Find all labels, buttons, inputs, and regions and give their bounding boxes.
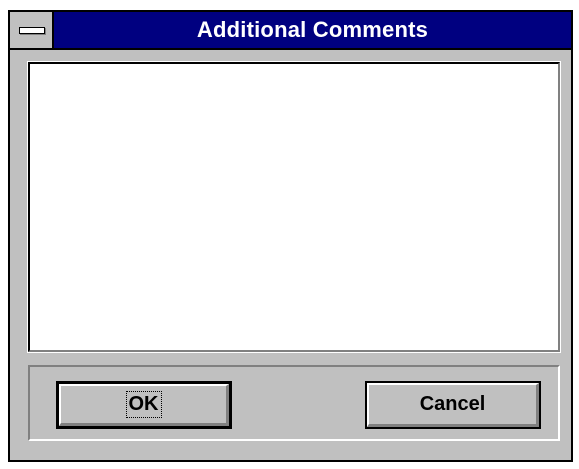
system-menu-icon [19,27,45,34]
cancel-button[interactable]: Cancel [365,381,541,429]
ok-button-label: OK [125,391,162,418]
additional-comments-dialog: Additional Comments OK Cancel [8,10,573,462]
ok-button[interactable]: OK [56,381,232,429]
button-panel: OK Cancel [28,365,560,441]
ok-button-face: OK [59,384,229,426]
dialog-title: Additional Comments [196,17,429,42]
cancel-button-label: Cancel [419,393,486,415]
system-menu-button[interactable] [10,12,54,48]
title-bar[interactable]: Additional Comments [10,12,571,50]
cancel-button-face: Cancel [367,383,539,427]
comments-textarea[interactable] [27,61,561,353]
